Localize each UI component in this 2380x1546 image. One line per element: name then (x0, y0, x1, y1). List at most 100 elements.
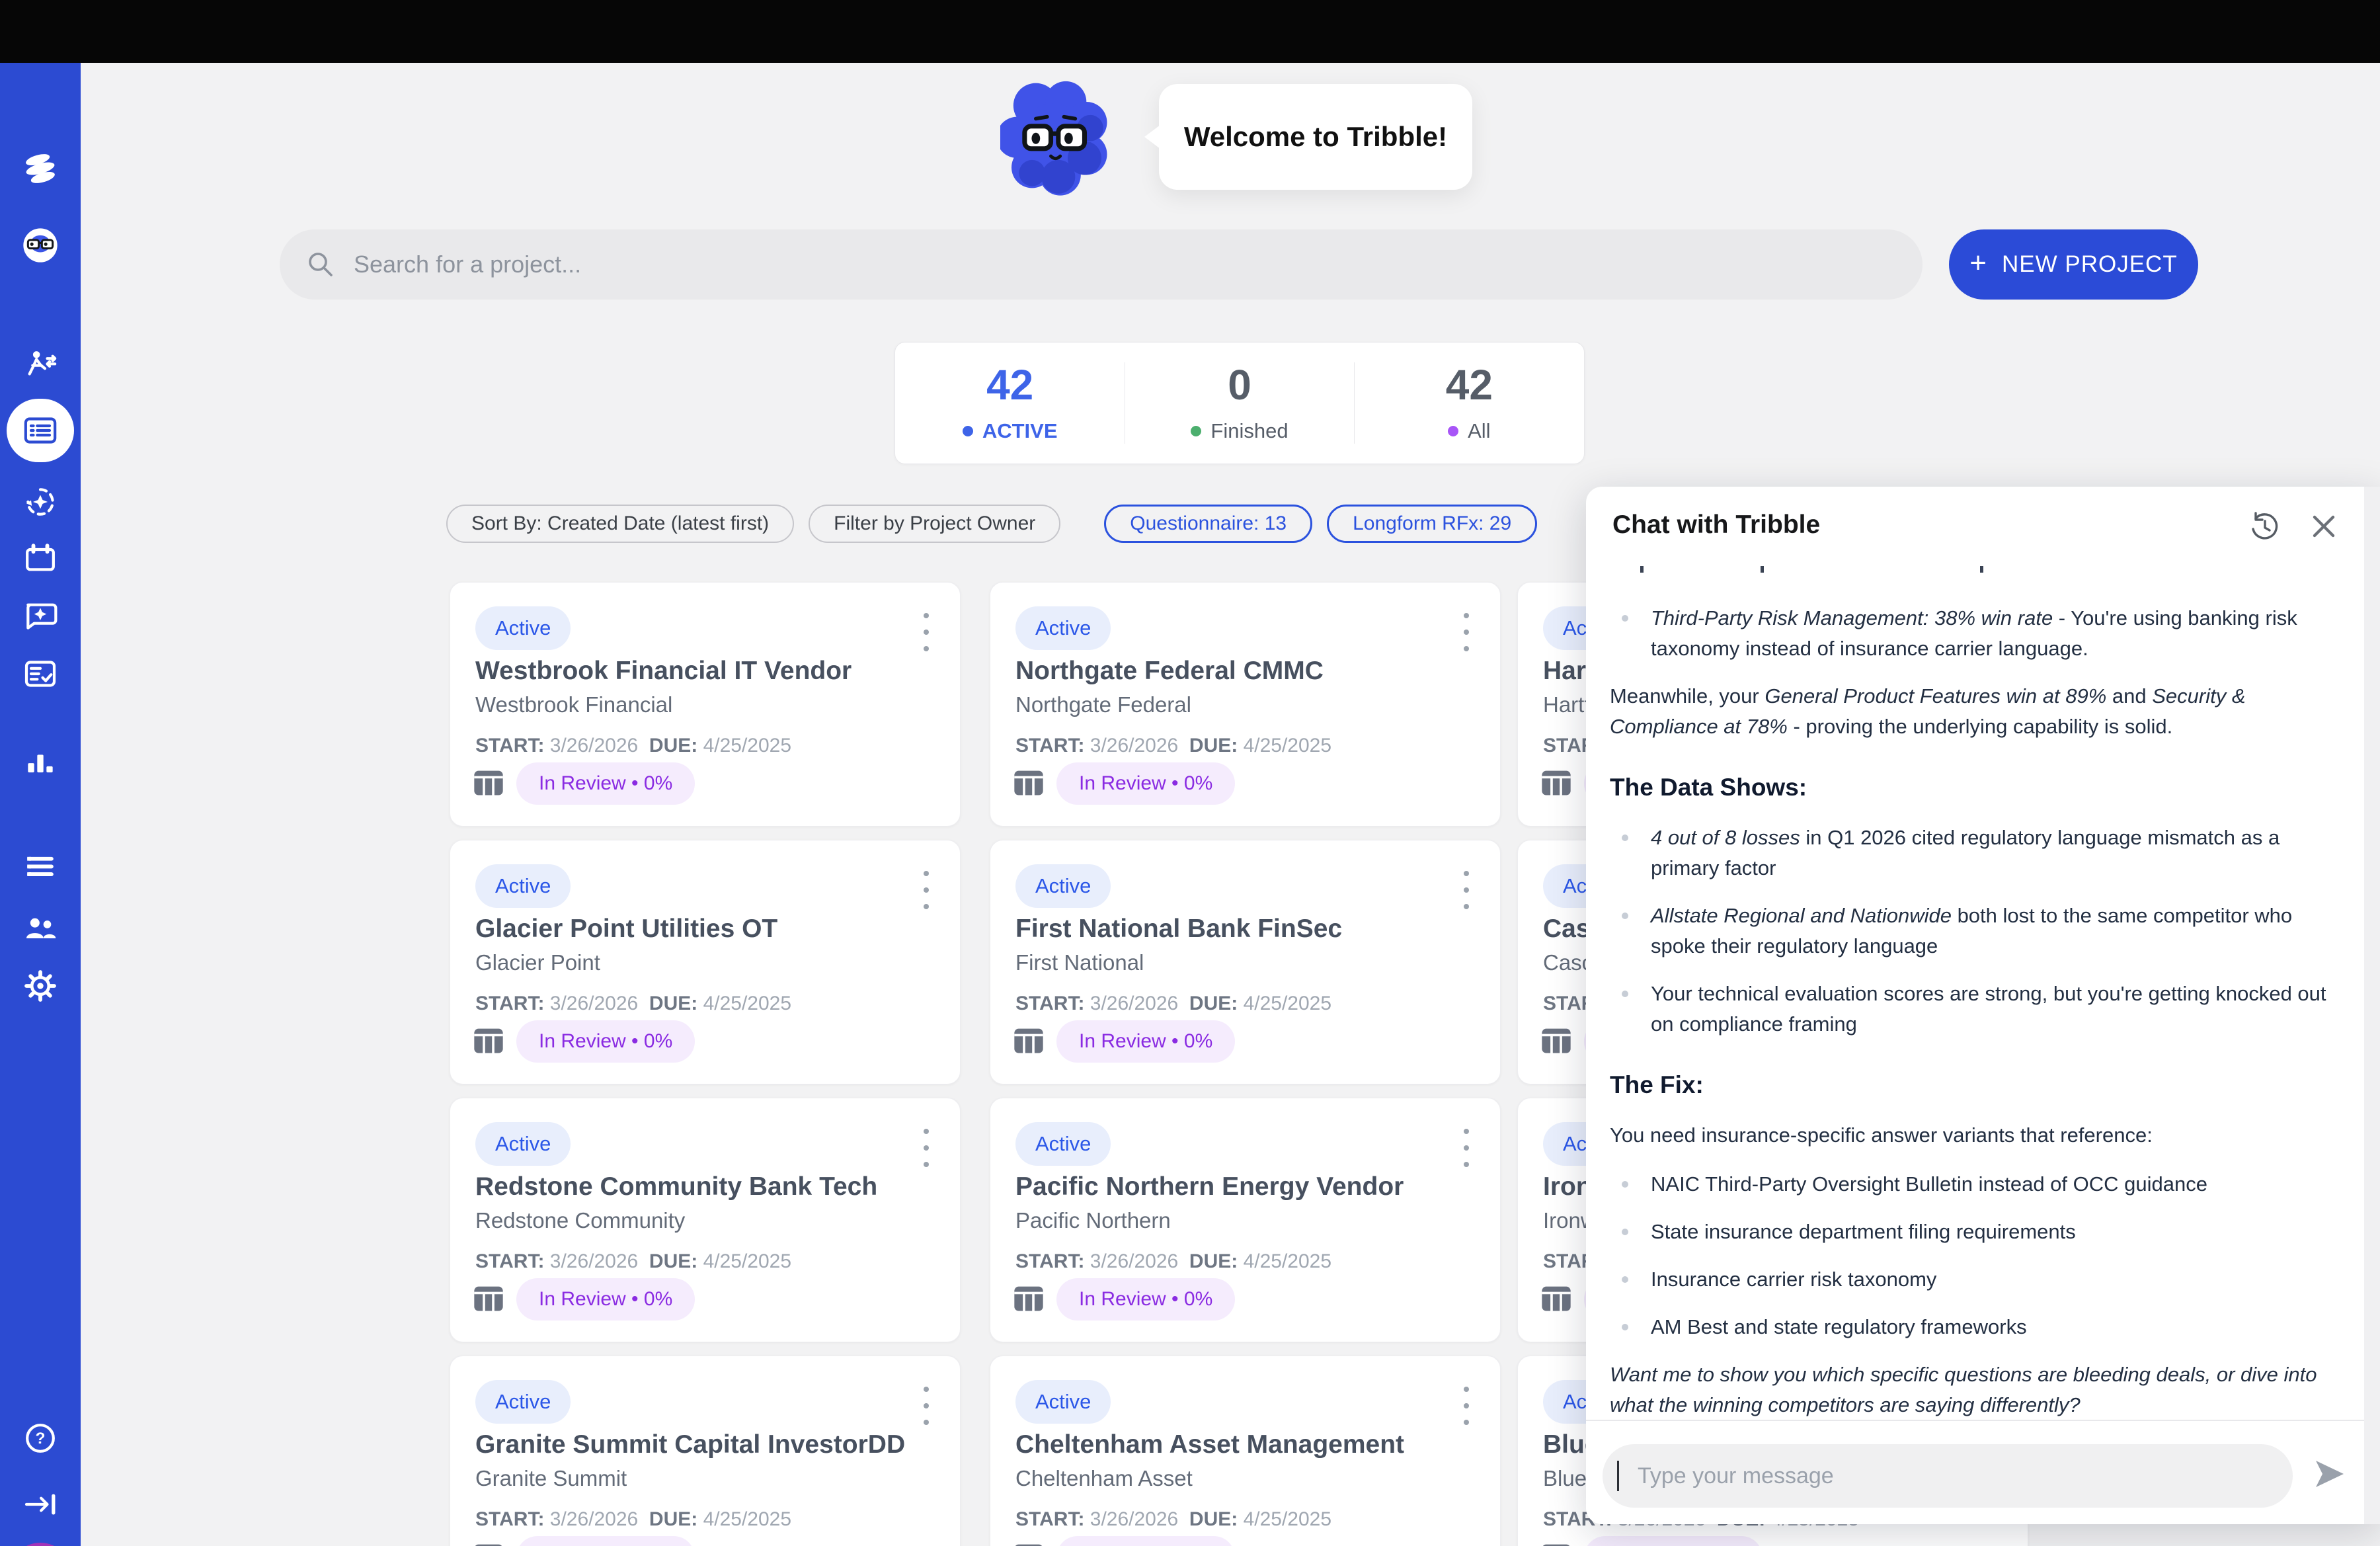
project-card[interactable]: ActiveGlacier Point Utilities OTGlacier … (450, 840, 961, 1084)
stat-finished[interactable]: 0Finished (1125, 343, 1354, 464)
project-dates: START: 3/26/2026 DUE: 4/25/2025 (1015, 1508, 1331, 1531)
sidebar-item-journeys[interactable] (22, 348, 59, 386)
project-client: Northgate Federal (1015, 692, 1191, 717)
chat-scrollbar[interactable] (2364, 487, 2380, 1524)
card-menu-kebab-icon[interactable] (1453, 1383, 1480, 1429)
board-icon (1012, 765, 1046, 799)
sidebar-item-tasks[interactable] (22, 655, 59, 692)
stat-label: All (1468, 419, 1490, 443)
chat-message-input[interactable] (1636, 1463, 2293, 1490)
assistant-avatar-icon[interactable] (22, 227, 59, 264)
chat-history-icon[interactable] (2247, 509, 2281, 544)
bullet-dot (1622, 834, 1628, 841)
stat-value: 42 (1446, 364, 1493, 406)
project-title: Glacier Point Utilities OT (475, 915, 777, 944)
review-progress-badge: In Review • 0% (1056, 1020, 1235, 1063)
review-progress-badge: In Review • 0% (1056, 1536, 1235, 1546)
chat-bullet-item: State insurance department filing requir… (1610, 1217, 2340, 1247)
board-icon (1012, 1281, 1046, 1315)
card-menu-kebab-icon[interactable] (1453, 1125, 1480, 1171)
send-icon[interactable] (2311, 1455, 2348, 1492)
chat-bullet-item: AM Best and state regulatory frameworks (1610, 1312, 2340, 1342)
filter-chip-3[interactable]: Questionnaire: 13 (1104, 505, 1312, 543)
plus-icon: + (1969, 247, 1987, 280)
sidebar-item-calendar[interactable] (22, 540, 59, 577)
analytics-icon (22, 744, 59, 781)
project-dates: START: 3/26/2026 DUE: 4/25/2025 (1015, 735, 1331, 757)
welcome-text: Welcome to Tribble! (1184, 121, 1447, 153)
board-icon (1539, 765, 1573, 799)
search-input[interactable] (352, 250, 1923, 279)
chat-paragraph: Meanwhile, your General Product Features… (1610, 681, 2340, 742)
project-card[interactable]: ActiveRedstone Community Bank TechRedsto… (450, 1098, 961, 1342)
project-client: Hartf (1543, 692, 1591, 717)
chat-footer (1586, 1420, 2364, 1524)
status-badge: Active (475, 864, 571, 908)
project-title: Granite Summit Capital InvestorDD (475, 1430, 905, 1459)
stat-active[interactable]: 42ACTIVE (895, 343, 1125, 464)
project-card[interactable]: ActiveFirst National Bank FinSecFirst Na… (990, 840, 1501, 1084)
card-menu-kebab-icon[interactable] (913, 609, 939, 655)
project-search[interactable] (280, 229, 1923, 300)
project-title: Redstone Community Bank Tech (475, 1172, 877, 1201)
board-icon (1539, 1023, 1573, 1057)
sidebar-item-chat[interactable] (22, 597, 59, 634)
project-dates: START: 3/26/2026 DUE: 4/25/2025 (1015, 1250, 1331, 1273)
project-card[interactable]: ActivePacific Northern Energy VendorPaci… (990, 1098, 1501, 1342)
project-title: Cheltenham Asset Management (1015, 1430, 1404, 1459)
chat-input-wrap[interactable] (1603, 1444, 2293, 1508)
project-card[interactable]: ActiveGranite Summit Capital InvestorDDG… (450, 1356, 961, 1546)
search-icon (306, 250, 335, 279)
sidebar-item-analytics[interactable] (22, 744, 59, 781)
stat-all[interactable]: 42 All (1355, 343, 1584, 464)
card-menu-kebab-icon[interactable] (913, 1383, 939, 1429)
user-avatar[interactable]: TK (9, 1543, 71, 1546)
board-icon (471, 1281, 506, 1315)
card-menu-kebab-icon[interactable] (1453, 867, 1480, 913)
chat-bullet-item: Your technical evaluation scores are str… (1610, 979, 2340, 1039)
close-icon[interactable] (2308, 510, 2340, 542)
board-icon (1012, 1023, 1046, 1057)
card-menu-kebab-icon[interactable] (913, 1125, 939, 1171)
sidebar-item-help[interactable]: ? (22, 1420, 59, 1457)
bullet-dot (1622, 991, 1628, 997)
team-icon (22, 911, 59, 948)
filter-chip-row: Sort By: Created Date (latest first) Filt… (446, 505, 1552, 543)
chat-messages[interactable]: Third-Party Risk Management: 38% win rat… (1610, 562, 2340, 1416)
status-dot (1448, 426, 1458, 436)
project-dates: START: 3/26/2026 DUE: 4/25/2025 (475, 1250, 791, 1273)
filter-chip-1[interactable]: Sort By: Created Date (latest first) (446, 505, 794, 543)
stat-label: ACTIVE (982, 419, 1058, 443)
bullet-dot (1622, 1181, 1628, 1188)
card-menu-kebab-icon[interactable] (1453, 609, 1480, 655)
sidebar-item-logout[interactable] (22, 1486, 59, 1523)
project-card[interactable]: ActiveWestbrook Financial IT VendorWestb… (450, 582, 961, 827)
project-card[interactable]: ActiveNorthgate Federal CMMCNorthgate Fe… (990, 582, 1501, 827)
project-dates: START: 3/26/2026 DUE: 4/25/2025 (475, 993, 791, 1015)
card-menu-kebab-icon[interactable] (913, 867, 939, 913)
status-badge: Active (475, 1122, 571, 1166)
filter-chip-2[interactable]: Filter by Project Owner (809, 505, 1060, 543)
review-progress-badge: In Review • 0% (1056, 1278, 1235, 1321)
project-title: First National Bank FinSec (1015, 915, 1342, 944)
project-card[interactable]: ActiveCheltenham Asset ManagementChelten… (990, 1356, 1501, 1546)
new-project-button[interactable]: + NEW PROJECT (1949, 229, 2198, 300)
sidebar-item-collections[interactable] (22, 848, 59, 885)
app-screen: ? TK Welcome to Tribble! (0, 0, 2380, 1546)
filter-chip-4[interactable]: Longform RFx: 29 (1327, 505, 1537, 543)
chat-panel: Chat with Tribble Third-Party Risk Manag… (1586, 487, 2380, 1524)
sidebar-item-sync[interactable] (22, 483, 59, 520)
tribble-logo-icon (22, 150, 59, 187)
sidebar-item-settings[interactable] (22, 967, 59, 1004)
project-title: Northgate Federal CMMC (1015, 657, 1324, 686)
text-caret (1617, 1461, 1619, 1491)
journeys-icon (22, 348, 59, 386)
sidebar-item-team[interactable] (22, 911, 59, 948)
chat-bullet-item: 4 out of 8 losses in Q1 2026 cited regul… (1610, 823, 2340, 883)
sidebar-item-projects[interactable] (7, 399, 74, 462)
help-icon: ? (22, 1420, 59, 1457)
chat-heading: The Fix: (1610, 1070, 2340, 1100)
bullet-dot (1622, 615, 1628, 622)
clipped-message-line (1610, 562, 2340, 573)
project-dates: START: 3/26/2026 DUE: 4/25/2025 (1015, 993, 1331, 1015)
